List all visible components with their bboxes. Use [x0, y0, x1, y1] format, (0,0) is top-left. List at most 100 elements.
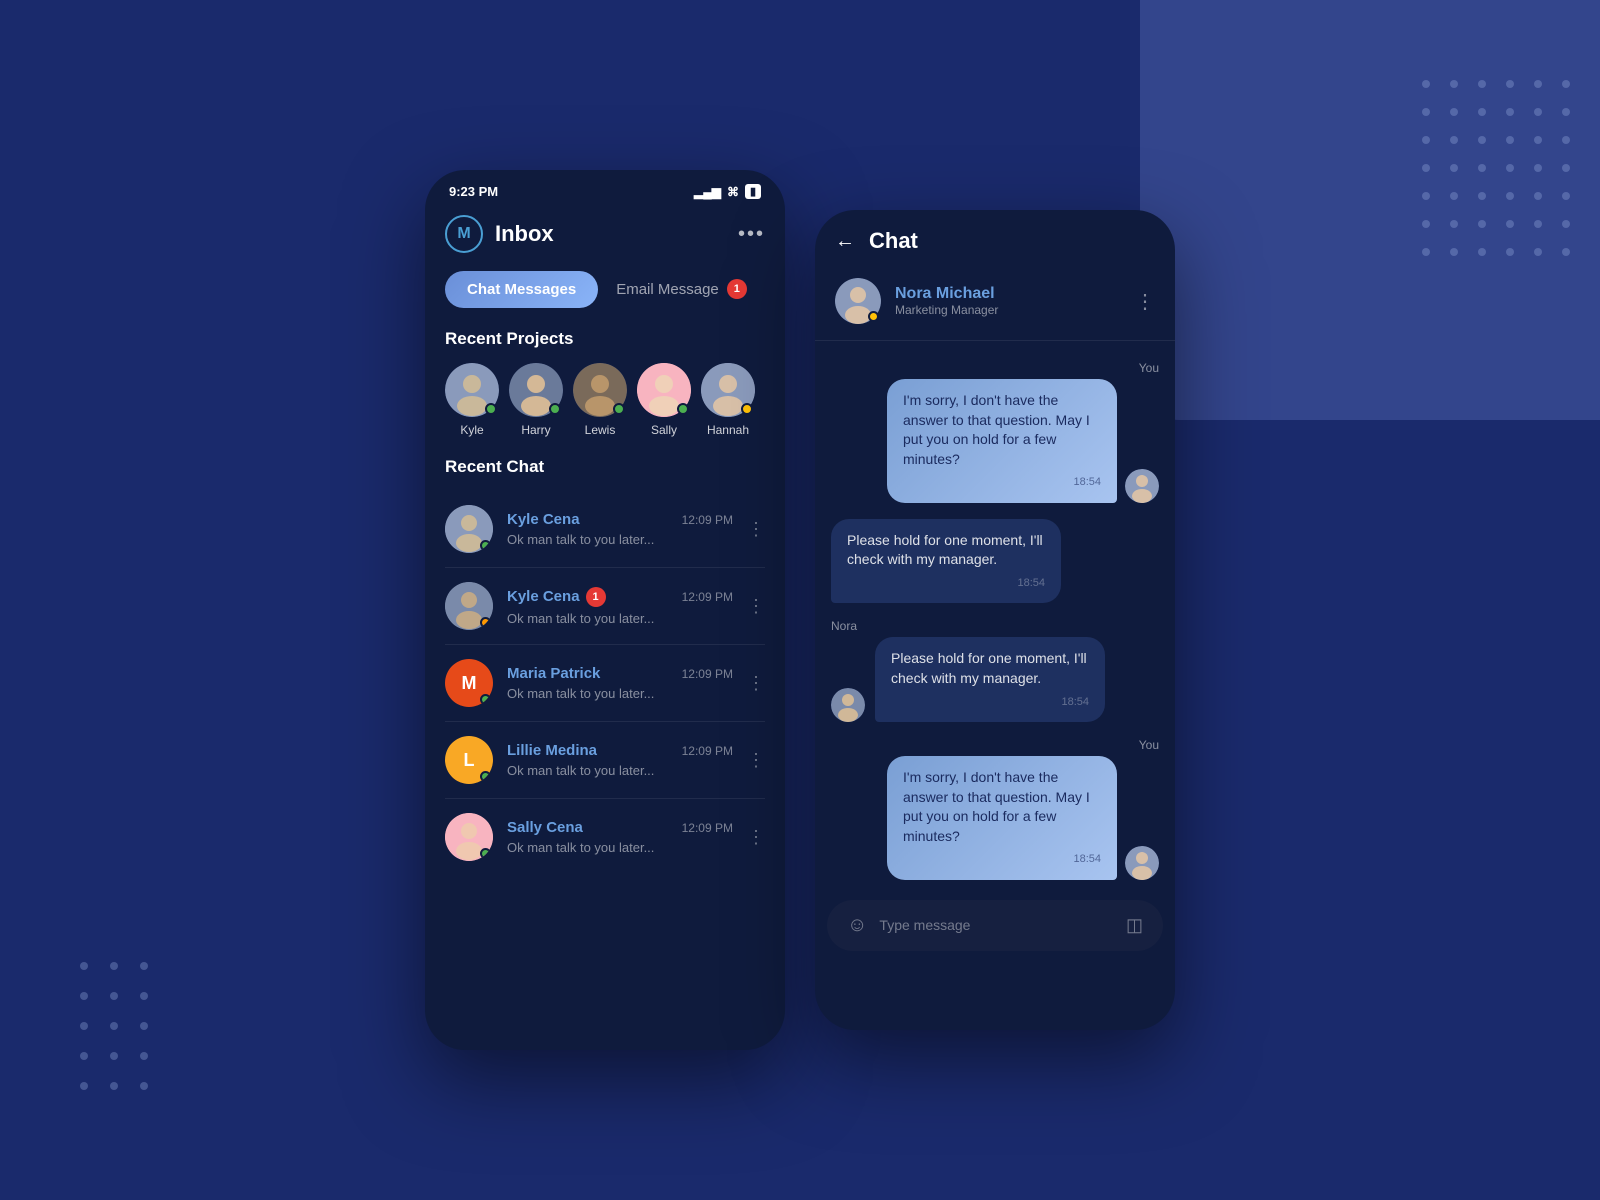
chat-avatar-3: L	[445, 736, 493, 784]
msg-time-2: 18:54	[891, 695, 1089, 710]
lewis-label: Lewis	[585, 423, 616, 437]
chat-status-1	[480, 617, 491, 628]
msg-bubble-0: I'm sorry, I don't have the answer to th…	[887, 379, 1117, 503]
chat-avatar-0	[445, 505, 493, 553]
recent-project-kyle[interactable]: Kyle	[445, 363, 499, 437]
recent-projects-row: Kyle Harry	[425, 363, 785, 457]
inbox-header-left: M Inbox	[445, 215, 554, 253]
emoji-button[interactable]: ☺	[847, 914, 867, 937]
chat-time-2: 12:09 PM	[682, 667, 733, 681]
msg-sender-2: Nora	[831, 619, 1159, 633]
chat-badge-1: 1	[586, 587, 606, 607]
chat-avatar-2: M	[445, 659, 493, 707]
recent-project-sally[interactable]: Sally	[637, 363, 691, 437]
chat-status-4	[480, 848, 491, 859]
chat-preview-1: Ok man talk to you later...	[507, 611, 733, 626]
status-bar: 9:23 PM ▂▄▆ ⌘ ▮	[425, 170, 785, 207]
inbox-phone: 9:23 PM ▂▄▆ ⌘ ▮ M Inbox ••• Chat Message…	[425, 170, 785, 1050]
chat-item-4[interactable]: Sally Cena 12:09 PM Ok man talk to you l…	[425, 799, 785, 875]
chat-time-1: 12:09 PM	[682, 590, 733, 604]
inbox-title: Inbox	[495, 221, 554, 247]
email-badge: 1	[727, 279, 747, 299]
message-2: Nora Please hold for one moment, I'll ch…	[831, 619, 1159, 722]
chat-avatar-initial-3: L	[464, 750, 475, 771]
logo-circle: M	[445, 215, 483, 253]
message-input[interactable]: Type message	[879, 917, 1114, 933]
chat-status-3	[480, 771, 491, 782]
msg-text-0: I'm sorry, I don't have the answer to th…	[903, 391, 1101, 469]
phones-container: 9:23 PM ▂▄▆ ⌘ ▮ M Inbox ••• Chat Message…	[425, 170, 1175, 1050]
inbox-header: M Inbox •••	[425, 207, 785, 269]
chat-content-1: Kyle Cena 1 12:09 PM Ok man talk to you …	[507, 587, 733, 626]
lewis-avatar-wrap	[573, 363, 627, 417]
chat-input-area[interactable]: ☺ Type message ◫	[827, 900, 1163, 951]
attach-button[interactable]: ◫	[1126, 915, 1143, 936]
msg-time-0: 18:54	[903, 475, 1101, 490]
tab-chat-messages[interactable]: Chat Messages	[445, 271, 598, 308]
chat-item-1[interactable]: Kyle Cena 1 12:09 PM Ok man talk to you …	[425, 568, 785, 644]
msg-avatar-2	[831, 688, 865, 722]
chat-contact-row: Nora Michael Marketing Manager ⋮	[815, 270, 1175, 341]
chat-time-4: 12:09 PM	[682, 821, 733, 835]
chat-name-2: Maria Patrick	[507, 665, 600, 682]
message-3: You I'm sorry, I don't have the answer t…	[831, 738, 1159, 880]
chat-menu-4[interactable]: ⋮	[747, 827, 765, 848]
hannah-status	[741, 403, 753, 415]
msg-text-3: I'm sorry, I don't have the answer to th…	[903, 768, 1101, 846]
chat-item-0[interactable]: Kyle Cena 12:09 PM Ok man talk to you la…	[425, 491, 785, 567]
harry-status	[549, 403, 561, 415]
chat-content-3: Lillie Medina 12:09 PM Ok man talk to yo…	[507, 742, 733, 778]
status-icons: ▂▄▆ ⌘ ▮	[694, 184, 761, 199]
msg-text-1: Please hold for one moment, I'll check w…	[847, 531, 1045, 570]
chat-time-3: 12:09 PM	[682, 744, 733, 758]
dots-decoration-right	[1422, 80, 1580, 266]
tab-email-message[interactable]: Email Message 1	[598, 269, 765, 309]
chat-content-4: Sally Cena 12:09 PM Ok man talk to you l…	[507, 819, 733, 855]
inbox-more-button[interactable]: •••	[738, 223, 765, 246]
chat-menu-2[interactable]: ⋮	[747, 673, 765, 694]
recent-project-hannah[interactable]: Hannah	[701, 363, 755, 437]
message-1: Please hold for one moment, I'll check w…	[831, 519, 1159, 604]
chat-name-row-0: Kyle Cena 12:09 PM	[507, 511, 733, 528]
sally-label: Sally	[651, 423, 677, 437]
chat-preview-2: Ok man talk to you later...	[507, 686, 733, 701]
messages-area: You I'm sorry, I don't have the answer t…	[815, 341, 1175, 900]
contact-online-indicator	[868, 311, 879, 322]
chat-name-row-2: Maria Patrick 12:09 PM	[507, 665, 733, 682]
contact-more-button[interactable]: ⋮	[1135, 289, 1155, 314]
chat-name-4: Sally Cena	[507, 819, 583, 836]
chat-avatar-4	[445, 813, 493, 861]
chat-item-3[interactable]: L Lillie Medina 12:09 PM Ok man talk to …	[425, 722, 785, 798]
recent-project-harry[interactable]: Harry	[509, 363, 563, 437]
email-tab-label: Email Message	[616, 281, 719, 298]
chat-menu-0[interactable]: ⋮	[747, 519, 765, 540]
kyle-label: Kyle	[460, 423, 483, 437]
msg-bubble-row-0: I'm sorry, I don't have the answer to th…	[831, 379, 1159, 503]
chat-header: ← Chat	[815, 210, 1175, 270]
harry-avatar-wrap	[509, 363, 563, 417]
recent-chat-title: Recent Chat	[425, 457, 785, 491]
kyle-status	[485, 403, 497, 415]
chat-phone: ← Chat Nora Michael Marketing Manager ⋮	[815, 210, 1175, 1030]
chat-menu-1[interactable]: ⋮	[747, 596, 765, 617]
msg-time-1: 18:54	[847, 576, 1045, 591]
msg-sender-0: You	[831, 361, 1159, 375]
msg-bubble-1: Please hold for one moment, I'll check w…	[831, 519, 1061, 604]
chat-menu-3[interactable]: ⋮	[747, 750, 765, 771]
chat-item-2[interactable]: M Maria Patrick 12:09 PM Ok man talk to …	[425, 645, 785, 721]
chat-content-2: Maria Patrick 12:09 PM Ok man talk to yo…	[507, 665, 733, 701]
chat-name-row-1: Kyle Cena 1 12:09 PM	[507, 587, 733, 607]
chat-name-0: Kyle Cena	[507, 511, 580, 528]
signal-icon: ▂▄▆	[694, 185, 721, 199]
msg-bubble-row-2: Please hold for one moment, I'll check w…	[831, 637, 1159, 722]
msg-sender-3: You	[831, 738, 1159, 752]
contact-role: Marketing Manager	[895, 303, 1121, 317]
chat-content-0: Kyle Cena 12:09 PM Ok man talk to you la…	[507, 511, 733, 547]
chat-status-0	[480, 540, 491, 551]
harry-label: Harry	[521, 423, 550, 437]
chat-name-row-4: Sally Cena 12:09 PM	[507, 819, 733, 836]
back-button[interactable]: ←	[835, 230, 855, 253]
chat-time-0: 12:09 PM	[682, 513, 733, 527]
recent-project-lewis[interactable]: Lewis	[573, 363, 627, 437]
chat-name-1: Kyle Cena 1	[507, 587, 606, 607]
